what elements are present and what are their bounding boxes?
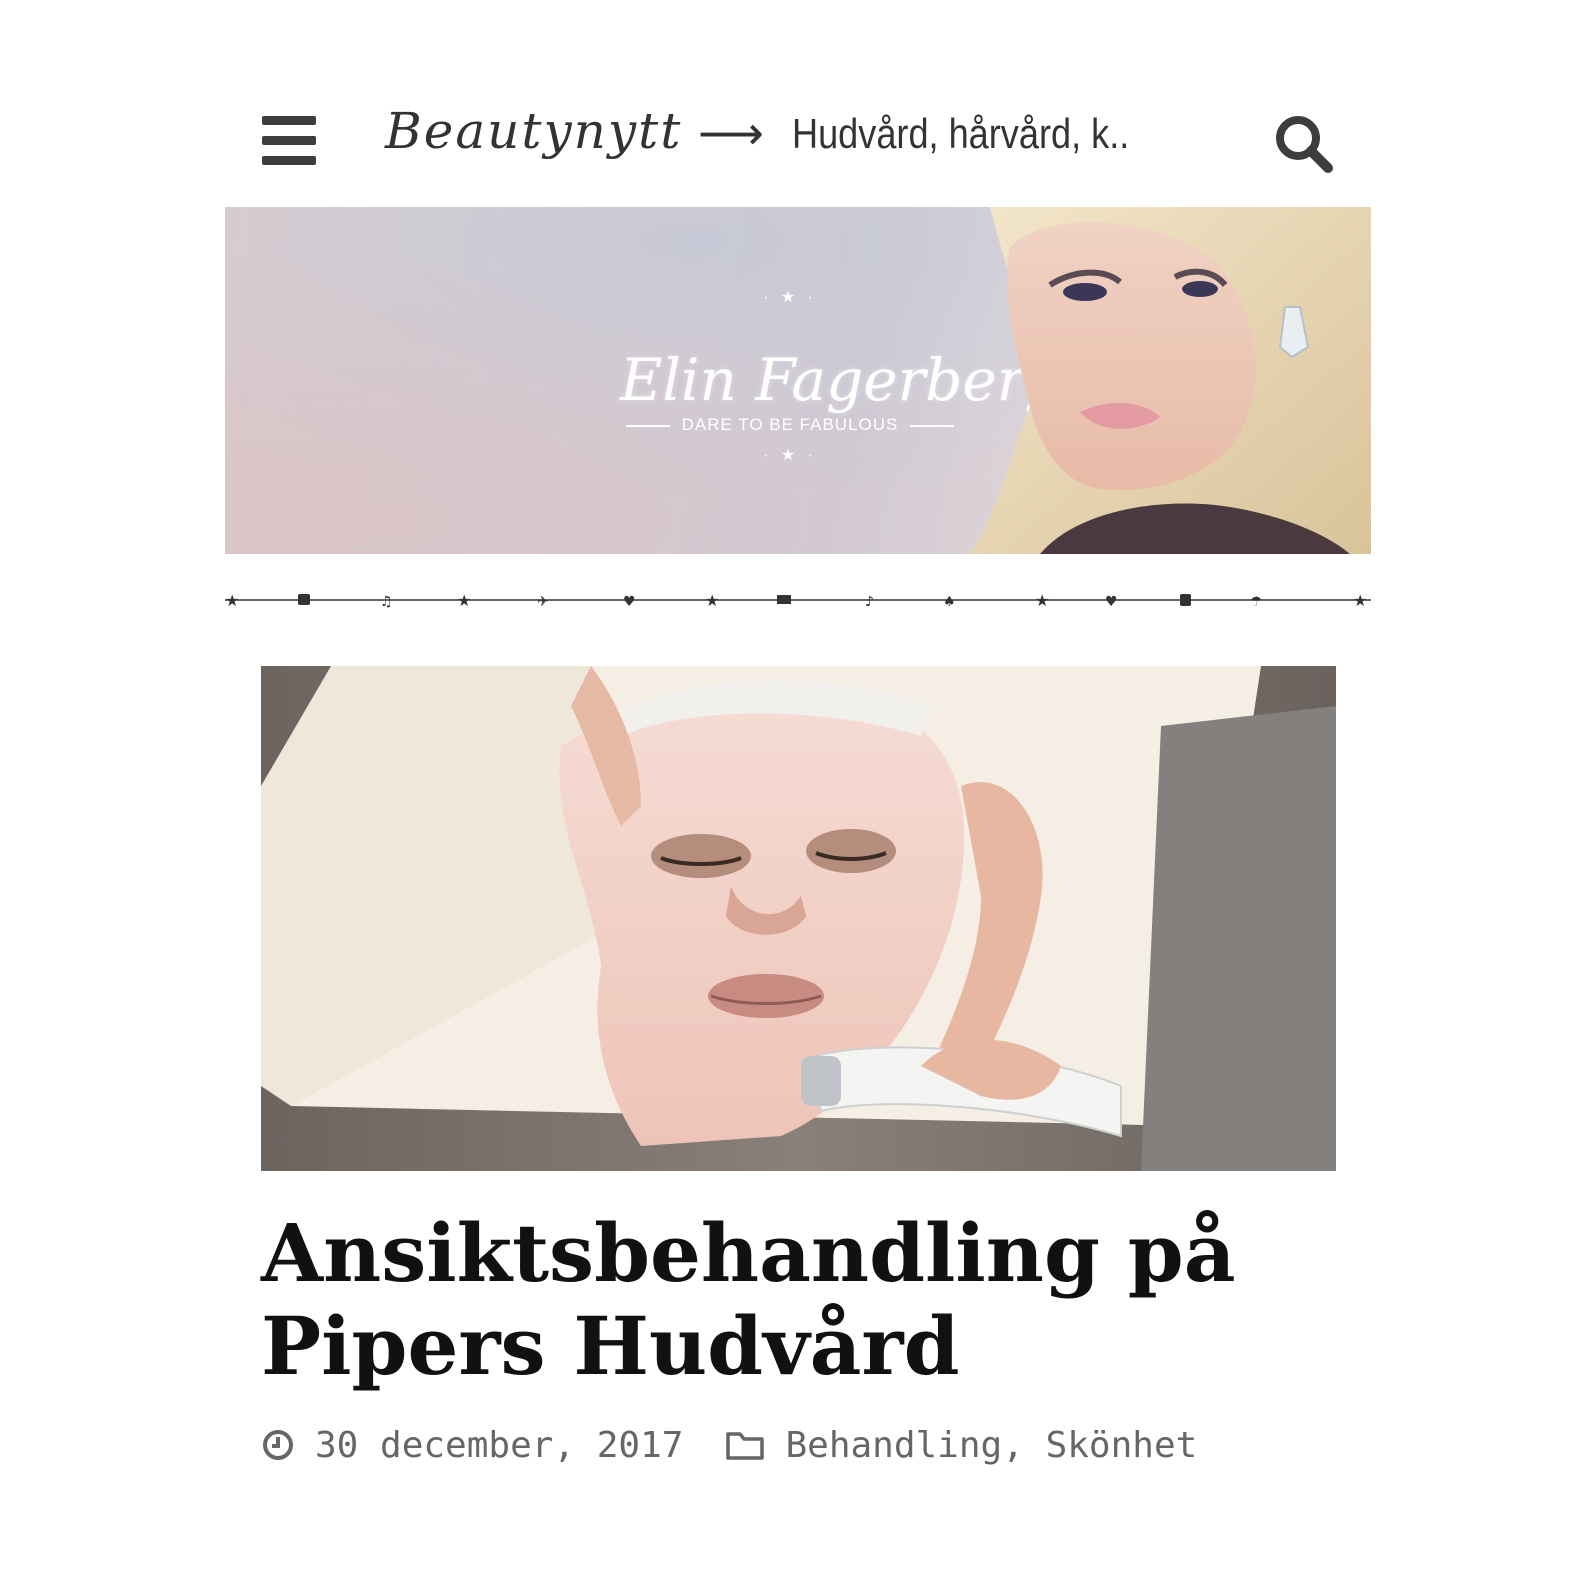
article-title[interactable]: Ansiktsbehandling på Pipers Hudvård [261,1207,1361,1393]
clock-icon [263,1430,293,1460]
svg-text:★: ★ [457,591,471,610]
arrow-right-icon: ⟶ [698,106,764,160]
banner-tagline: DARE TO BE FABULOUS [620,415,960,435]
search-icon[interactable] [1272,112,1334,174]
svg-text:♥: ♥ [623,594,636,610]
svg-text:★: ★ [1035,591,1049,610]
section-breadcrumb[interactable]: Hudvård, hårvård, k.. [792,110,1129,158]
banner-name: Elin Fagerberg [620,346,1062,414]
folder-icon [726,1432,765,1460]
svg-text:♠: ♠ [943,594,956,610]
banner-portrait [970,207,1371,554]
hamburger-icon[interactable] [262,116,316,166]
article-image[interactable] [261,666,1336,1171]
top-nav: Beautynytt ⟶ Hudvård, hårvård, k.. [0,100,1591,180]
stars-top: · ★ · [763,289,817,306]
svg-text:♥: ♥ [1105,594,1118,610]
svg-text:★: ★ [1353,591,1367,610]
stars-bottom: · ★ · [763,447,817,464]
site-name[interactable]: Beautynytt [385,102,682,160]
facial-treatment-photo [261,666,1336,1171]
svg-text:☂: ☂ [1250,594,1263,610]
banner-logo: · ★ · Elin Fagerberg DARE TO BE FABULOUS… [620,287,1062,477]
category-link-skonhet[interactable]: Skönhet [1046,1425,1198,1466]
svg-text:✈: ✈ [537,594,549,610]
svg-text:♫: ♫ [380,594,393,610]
article-date: 30 december, 2017 [315,1424,684,1466]
decorative-divider: ★ ♫ ★ ✈ ♥ ★ ♪ ♠ ★ ♥ ☂ ★ [225,591,1371,610]
category-link-behandling[interactable]: Behandling [785,1425,1002,1466]
svg-text:★: ★ [705,591,719,610]
header-banner[interactable]: · ★ · Elin Fagerberg DARE TO BE FABULOUS… [225,207,1371,554]
svg-text:★: ★ [225,591,239,610]
category-separator: , [1002,1424,1046,1466]
svg-text:♪: ♪ [865,594,874,610]
article-meta: 30 december, 2017 Behandling, Skönhet [261,1420,1197,1470]
